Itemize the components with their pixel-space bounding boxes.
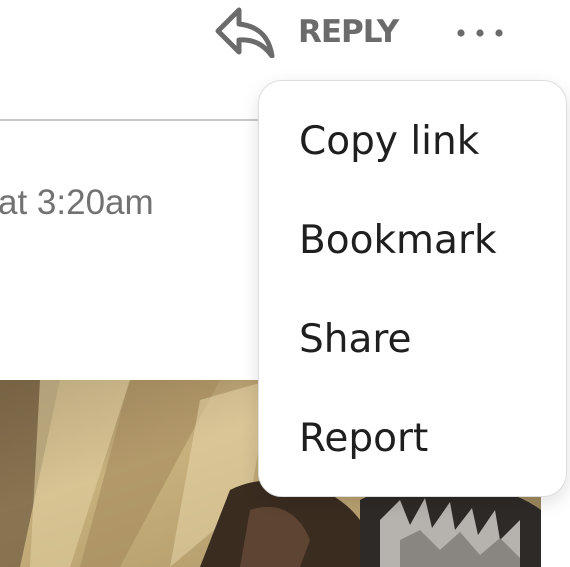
post-divider bbox=[0, 119, 290, 121]
menu-item-copy-link[interactable]: Copy link bbox=[299, 119, 479, 164]
reply-arrow-icon bbox=[215, 7, 275, 58]
post-options-menu: Copy link Bookmark Share Report bbox=[258, 80, 567, 497]
more-options-button[interactable] bbox=[449, 14, 511, 52]
more-horizontal-icon bbox=[457, 29, 503, 37]
post-timestamp: at 3:20am bbox=[0, 183, 154, 222]
reply-label: REPLY bbox=[298, 14, 399, 50]
menu-item-bookmark[interactable]: Bookmark bbox=[299, 218, 497, 263]
menu-item-share[interactable]: Share bbox=[299, 317, 412, 362]
reply-button[interactable]: REPLY bbox=[214, 2, 399, 62]
menu-item-report[interactable]: Report bbox=[299, 416, 428, 461]
